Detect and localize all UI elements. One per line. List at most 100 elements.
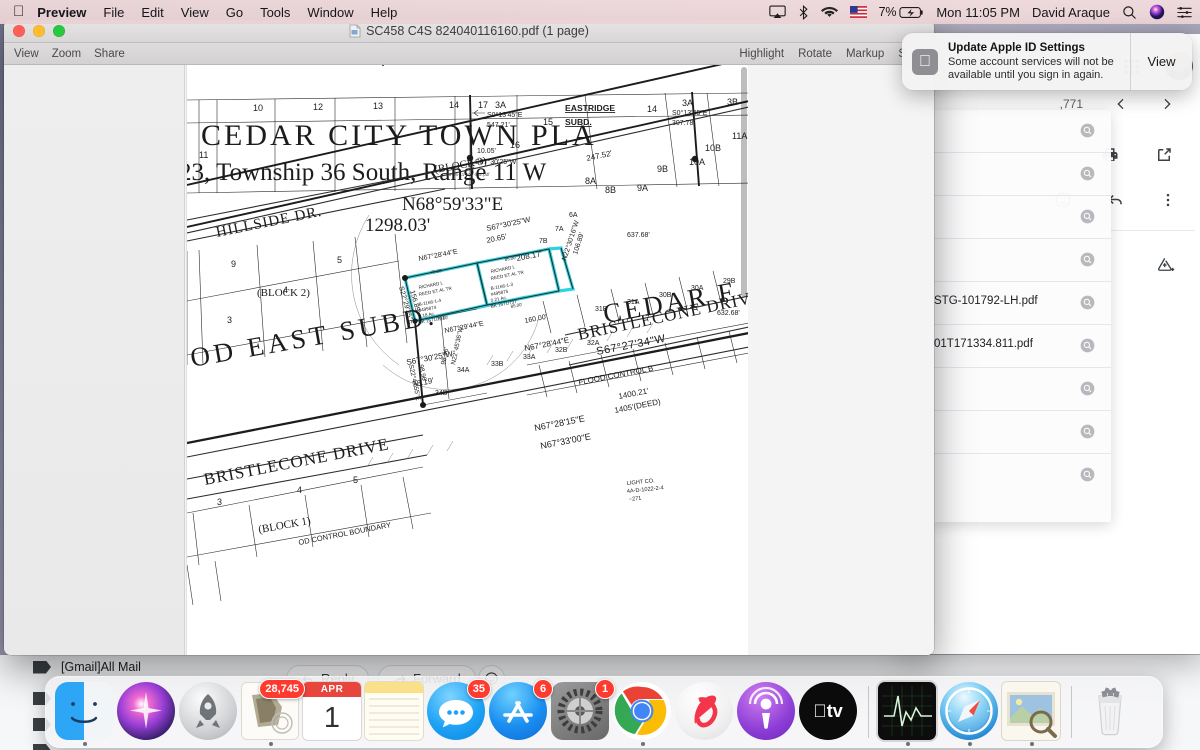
toolbar-markup-button[interactable]: Markup (846, 48, 884, 60)
list-item[interactable]: STG-101792-LH.pdf (930, 282, 1111, 325)
window-controls[interactable] (4, 25, 65, 37)
toolbar-highlight-button[interactable]: Highlight (739, 48, 784, 60)
menu-item-preview[interactable]: Preview (37, 5, 86, 20)
svg-text:13: 13 (373, 101, 383, 111)
svg-text:CEDAR CITY TOWN PLA: CEDAR CITY TOWN PLA (201, 119, 597, 152)
magnify-icon[interactable] (1080, 123, 1095, 138)
dock-item-mail[interactable]: 28,745 (241, 682, 301, 742)
dock-item-siri[interactable] (117, 682, 177, 742)
dock-item-activity-monitor[interactable] (878, 682, 938, 742)
list-item[interactable] (930, 110, 1111, 153)
dock-item-messages[interactable]: 35 (427, 682, 487, 742)
preview-page-scroll[interactable]: 23-36-11-NW-SW.pdf .ln { stroke:#2b2b2b;… (185, 65, 748, 655)
vertical-scrollbar[interactable] (741, 67, 747, 297)
dock-item-launchpad[interactable] (179, 682, 239, 742)
airplay-icon[interactable] (769, 5, 786, 19)
file-list-panel[interactable]: STG-101792-LH.pdf 01T171334.811.pdf (930, 110, 1111, 522)
magnify-icon[interactable] (1080, 166, 1095, 181)
bluetooth-icon[interactable] (798, 5, 809, 20)
chevron-right-icon[interactable] (1159, 96, 1175, 112)
gmail-label-row[interactable]: [Gmail]All Mail (33, 660, 141, 674)
magnify-icon[interactable] (1080, 252, 1095, 267)
svg-text:OOD EAST SUBD.: OOD EAST SUBD. (187, 300, 440, 377)
dock-item-safari[interactable] (940, 682, 1000, 742)
preview-sidebar[interactable] (4, 65, 185, 655)
dock[interactable]: 28,745 APR 1 (45, 676, 1163, 748)
add-label-icon[interactable] (1156, 256, 1175, 275)
menu-item-file[interactable]: File (103, 5, 124, 20)
svg-text:3A: 3A (682, 98, 693, 108)
battery-charging-icon[interactable] (899, 6, 924, 19)
magnify-icon[interactable] (1080, 209, 1095, 224)
zoom-button[interactable] (53, 25, 65, 37)
chevron-left-icon[interactable] (1113, 96, 1129, 112)
preview-window[interactable]: SC458 C4S 824040116160.pdf (1 page) View… (4, 20, 934, 655)
magnify-icon[interactable] (1080, 467, 1095, 482)
svg-text:N67°29'44"E: N67°29'44"E (444, 319, 485, 334)
dock-separator (1071, 686, 1072, 738)
list-item[interactable] (930, 411, 1111, 454)
wifi-icon[interactable] (821, 6, 838, 19)
toolbar-rotate-button[interactable]: Rotate (798, 48, 832, 60)
menu-item-window[interactable]: Window (307, 5, 353, 20)
dock-item-chrome[interactable] (613, 682, 673, 742)
notification-view-button[interactable]: View (1130, 33, 1192, 90)
magnify-icon[interactable] (1080, 338, 1095, 353)
apple-logo-icon[interactable]:  (13, 4, 24, 19)
siri-icon[interactable] (1149, 4, 1165, 20)
toolbar-zoom-button[interactable]: Zoom (52, 48, 81, 60)
menu-item-go[interactable]: Go (226, 5, 243, 20)
dock-item-podcasts[interactable] (737, 682, 797, 742)
menu-item-tools[interactable]: Tools (260, 5, 290, 20)
calendar-month: APR (303, 682, 361, 697)
menu-item-edit[interactable]: Edit (141, 5, 163, 20)
list-item[interactable] (930, 153, 1111, 196)
bg-message-actions (1101, 146, 1173, 164)
search-icon[interactable] (1122, 5, 1137, 20)
svg-text:1298.03': 1298.03' (365, 215, 430, 236)
desktop-screen: ,771 (0, 0, 1200, 750)
magnify-icon[interactable] (1080, 295, 1095, 310)
toolbar-view-button[interactable]: View (14, 48, 39, 60)
list-item[interactable] (930, 239, 1111, 282)
us-flag-icon[interactable] (850, 6, 867, 18)
minimize-button[interactable] (33, 25, 45, 37)
dock-item-finder[interactable] (55, 682, 115, 742)
toolbar-share-button[interactable]: Share (94, 48, 125, 60)
window-title: SC458 C4S 824040116160.pdf (1 page) (366, 24, 589, 38)
background-browser-window[interactable]: ,771 (905, 34, 1200, 654)
dock-item-preview[interactable] (1002, 682, 1062, 742)
label-tag-icon (33, 661, 51, 674)
control-center-icon[interactable] (1177, 6, 1192, 19)
close-button[interactable] (13, 25, 25, 37)
svg-text:85.00': 85.00' (510, 302, 523, 309)
pdf-page[interactable]: 23-36-11-NW-SW.pdf .ln { stroke:#2b2b2b;… (187, 65, 748, 655)
preview-toolbar[interactable]: View Zoom Share Highlight Rotate Markup … (4, 43, 934, 65)
dock-item-system-preferences[interactable]: 1 (551, 682, 611, 742)
dock-item-trash[interactable] (1081, 682, 1141, 742)
menu-item-view[interactable]: View (181, 5, 209, 20)
list-item[interactable] (930, 196, 1111, 239)
magnify-icon[interactable] (1080, 381, 1095, 396)
list-item[interactable] (930, 454, 1111, 497)
dock-item-calendar[interactable]: APR 1 (303, 682, 363, 742)
safari-icon (940, 682, 998, 740)
open-in-new-icon[interactable] (1155, 146, 1173, 164)
list-item[interactable] (930, 368, 1111, 411)
dock-item-appletv[interactable]: tv (799, 682, 859, 742)
dock-item-notes[interactable] (365, 682, 425, 742)
user-name[interactable]: David Araque (1032, 5, 1110, 20)
menu-bar[interactable]:  Preview File Edit View Go Tools Window… (0, 0, 1200, 24)
svg-text:(BLOCK 1): (BLOCK 1) (257, 515, 311, 536)
notification-banner[interactable]:  Update Apple ID Settings Some account … (902, 33, 1192, 90)
clock[interactable]: Mon 11:05 PM (936, 5, 1020, 20)
list-item[interactable]: 01T171334.811.pdf (930, 325, 1111, 368)
label-tag-icon (33, 744, 51, 750)
menu-bar-status-area: 7% Mon 11:05 PM David Araque (757, 4, 1200, 20)
more-vertical-icon[interactable] (1159, 191, 1177, 209)
svg-text:N67°28'44"E: N67°28'44"E (418, 247, 459, 262)
dock-item-news[interactable] (675, 682, 735, 742)
magnify-icon[interactable] (1080, 424, 1095, 439)
dock-item-appstore[interactable]: 6 (489, 682, 549, 742)
menu-item-help[interactable]: Help (371, 5, 398, 20)
